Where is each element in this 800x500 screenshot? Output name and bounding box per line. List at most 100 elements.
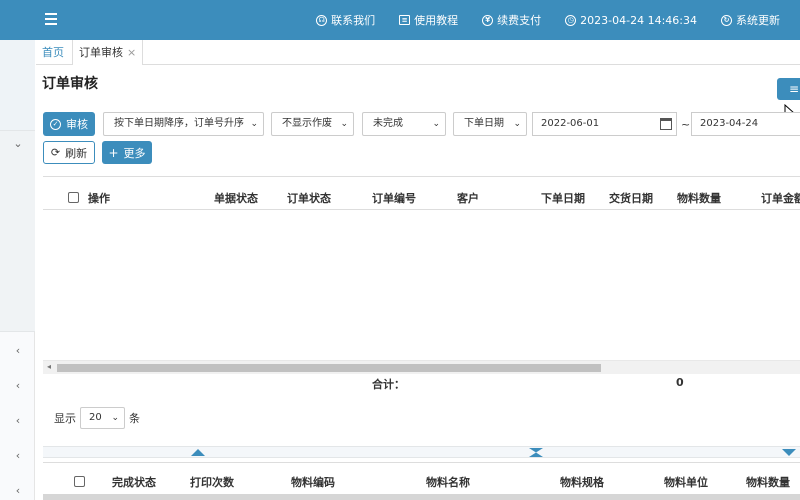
column-header[interactable]: 物料数量 <box>746 474 790 490</box>
date-from-input[interactable]: 2022-06-01 <box>532 112 677 136</box>
datetime-display: ◷ 2023-04-24 14:46:34 <box>565 14 697 27</box>
page-size-show-label: 显示 <box>54 412 76 425</box>
chevron-left-icon[interactable]: ‹ <box>12 415 24 427</box>
scrollbar-thumb[interactable] <box>57 364 601 372</box>
top-navbar: ☊ 联系我们 ≡ 使用教程 ¥ 续费支付 ◷ 2023-04-24 14:46:… <box>0 0 800 40</box>
page-size-value: 20 <box>89 412 102 423</box>
app-window: ☊ 联系我们 ≡ 使用教程 ¥ 续费支付 ◷ 2023-04-24 14:46:… <box>0 0 800 500</box>
sidebar-middle-band <box>0 130 35 332</box>
left-sidebar: ⌄ ‹ ‹ ‹ ‹ ‹ <box>0 40 35 500</box>
datetime-label: 2023-04-24 14:46:34 <box>580 13 697 27</box>
column-header[interactable]: 操作 <box>88 190 110 206</box>
void-filter-select[interactable]: 不显示作废 ⌄ <box>271 112 354 136</box>
column-header[interactable]: 单据状态 <box>214 190 258 206</box>
column-header[interactable]: 打印次数 <box>190 474 234 490</box>
tab-order-audit[interactable]: 订单审核 × <box>72 40 144 65</box>
check-circle-icon: ✓ <box>50 118 61 130</box>
orders-table-header: 操作 单据状态 订单状态 订单编号 客户 下单日期 交货日期 物料数量 订单金额 <box>43 176 800 210</box>
page-size-control: 显示 20 ⌄ 条 <box>54 407 140 429</box>
horizontal-scrollbar[interactable]: ◂ <box>43 360 800 374</box>
yen-icon: ¥ <box>482 14 494 26</box>
totals-row: 合计： 0 <box>43 374 800 391</box>
void-filter-value: 不显示作废 <box>282 118 332 129</box>
contact-us-link[interactable]: ☊ 联系我们 <box>316 12 375 28</box>
chevron-down-icon: ⌄ <box>432 119 440 129</box>
status-filter-value: 未完成 <box>373 118 403 129</box>
date-to-value: 2023-04-24 <box>700 118 759 129</box>
panel-splitter[interactable] <box>43 446 800 458</box>
more-button-label: 更多 <box>123 146 146 160</box>
scroll-left-arrow-icon[interactable]: ◂ <box>47 362 51 371</box>
renew-payment-label: 续费支付 <box>497 14 542 27</box>
plus-icon: + <box>108 145 119 160</box>
page-size-unit-label: 条 <box>129 412 140 425</box>
contact-us-label: 联系我们 <box>331 14 376 27</box>
column-header[interactable]: 交货日期 <box>609 190 653 206</box>
close-icon[interactable]: × <box>127 46 136 59</box>
chevron-down-icon: ⌄ <box>513 119 521 129</box>
column-header[interactable]: 下单日期 <box>541 190 585 206</box>
column-header[interactable]: 物料数量 <box>677 190 721 206</box>
chevron-down-icon: ⌄ <box>250 119 258 129</box>
column-header[interactable]: 物料规格 <box>560 474 604 490</box>
chevron-down-icon: ⌄ <box>111 413 119 423</box>
audit-button[interactable]: ✓ 审核 <box>43 112 95 136</box>
column-header[interactable]: 完成状态 <box>112 474 156 490</box>
status-filter-select[interactable]: 未完成 ⌄ <box>362 112 446 136</box>
totals-label: 合计： <box>372 378 405 391</box>
detail-select-all-checkbox[interactable] <box>74 476 85 487</box>
system-update-label: 系统更新 <box>736 14 780 27</box>
orders-table-body <box>43 210 800 360</box>
refresh-button-label: 刷新 <box>65 146 88 160</box>
page-size-select[interactable]: 20 ⌄ <box>80 407 125 429</box>
detail-table-header: 完成状态 打印次数 物料编码 物料名称 物料规格 物料单位 物料数量 <box>43 462 800 494</box>
renew-payment-link[interactable]: ¥ 续费支付 <box>482 12 541 28</box>
tutorial-label: 使用教程 <box>414 14 459 27</box>
sort-order-select[interactable]: 按下单日期降序，订单号升序 ⌄ <box>103 112 264 136</box>
splitter-handle-icon[interactable] <box>529 448 543 457</box>
refresh-icon: ↻ <box>721 14 732 26</box>
chevron-down-icon[interactable]: ⌄ <box>12 138 24 150</box>
column-header[interactable]: 客户 <box>457 190 479 206</box>
headset-icon: ☊ <box>316 14 328 26</box>
expand-down-icon[interactable] <box>782 449 796 456</box>
column-header[interactable]: 物料单位 <box>664 474 708 490</box>
sidebar-top-band <box>0 40 35 130</box>
system-update-link[interactable]: ↻ 系统更新 <box>721 12 780 28</box>
sort-order-value: 按下单日期降序，订单号升序 <box>114 118 244 129</box>
more-button[interactable]: + 更多 <box>102 141 152 164</box>
collapse-up-icon[interactable] <box>191 449 205 456</box>
page-title: 订单审核 <box>42 76 98 92</box>
column-header[interactable]: 物料名称 <box>426 474 470 490</box>
list-icon: ≡ <box>789 82 800 96</box>
column-header[interactable]: 物料编码 <box>291 474 335 490</box>
chevron-left-icon[interactable]: ‹ <box>12 450 24 462</box>
hamburger-menu-icon[interactable] <box>45 13 57 25</box>
chevron-left-icon[interactable]: ‹ <box>12 485 24 497</box>
audit-button-label: 审核 <box>66 118 88 131</box>
book-icon: ≡ <box>399 15 411 25</box>
chevron-down-icon: ⌄ <box>340 119 348 129</box>
date-type-value: 下单日期 <box>464 118 504 129</box>
refresh-button[interactable]: ⟳ 刷新 <box>43 141 95 164</box>
tab-home[interactable]: 首页 <box>36 40 70 65</box>
column-header[interactable]: 订单编号 <box>372 190 416 206</box>
date-type-select[interactable]: 下单日期 ⌄ <box>453 112 527 136</box>
date-from-value: 2022-06-01 <box>541 118 600 129</box>
clock-icon: ◷ <box>565 14 577 26</box>
select-all-checkbox[interactable] <box>68 192 79 203</box>
totals-quantity: 0 <box>676 376 684 389</box>
top-links: ☊ 联系我们 ≡ 使用教程 ¥ 续费支付 ◷ 2023-04-24 14:46:… <box>316 0 780 40</box>
column-header[interactable]: 订单状态 <box>287 190 331 206</box>
date-range-separator: ~ <box>681 118 691 131</box>
column-menu-button[interactable]: ≡ <box>777 78 800 100</box>
refresh-icon: ⟳ <box>50 146 61 159</box>
chevron-left-icon[interactable]: ‹ <box>12 380 24 392</box>
calendar-icon[interactable] <box>660 118 672 130</box>
tutorial-link[interactable]: ≡ 使用教程 <box>399 12 458 28</box>
column-header[interactable]: 订单金额 <box>761 190 800 206</box>
date-to-input[interactable]: 2023-04-24 <box>691 112 800 136</box>
tab-order-audit-label: 订单审核 <box>79 46 123 59</box>
detail-horizontal-scrollbar[interactable] <box>43 494 800 500</box>
chevron-left-icon[interactable]: ‹ <box>12 345 24 357</box>
